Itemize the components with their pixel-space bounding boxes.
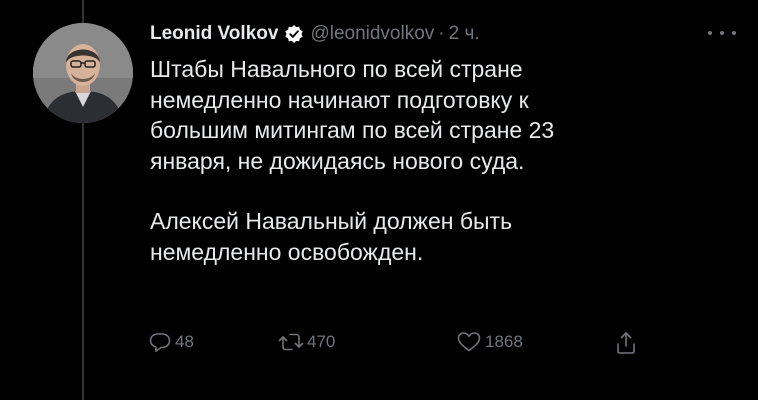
share-button[interactable] bbox=[614, 330, 638, 356]
retweet-icon bbox=[278, 330, 304, 354]
retweet-count: 470 bbox=[307, 332, 336, 351]
avatar-photo bbox=[33, 23, 133, 123]
like-count: 1868 bbox=[485, 332, 523, 351]
tweet-actions: 48 470 1868 bbox=[148, 330, 668, 360]
tweet-timestamp[interactable]: 2 ч. bbox=[449, 23, 480, 45]
tweet-paragraph: Алексей Навальный должен быть немедленно… bbox=[150, 208, 513, 265]
avatar[interactable] bbox=[33, 23, 133, 123]
like-button[interactable]: 1868 bbox=[456, 330, 523, 354]
retweet-button[interactable]: 470 bbox=[278, 330, 335, 354]
share-icon bbox=[614, 330, 638, 356]
reply-button[interactable]: 48 bbox=[148, 330, 194, 354]
more-options-icon[interactable] bbox=[708, 28, 736, 38]
more-dot bbox=[708, 31, 712, 35]
verified-badge-icon bbox=[284, 24, 304, 44]
separator-dot: · bbox=[438, 23, 445, 44]
tweet-paragraph: Штабы Навального по всей стране немедлен… bbox=[150, 56, 555, 174]
more-dot bbox=[732, 31, 736, 35]
reply-count: 48 bbox=[175, 332, 194, 351]
author-name[interactable]: Leonid Volkov bbox=[150, 23, 278, 45]
tweet-header: Leonid Volkov @leonidvolkov · 2 ч. bbox=[150, 22, 480, 46]
heart-icon bbox=[456, 330, 482, 354]
author-handle[interactable]: @leonidvolkov bbox=[310, 23, 434, 45]
tweet-body: Штабы Навального по всей стране немедлен… bbox=[150, 54, 730, 267]
reply-icon bbox=[148, 330, 172, 354]
more-dot bbox=[720, 31, 724, 35]
